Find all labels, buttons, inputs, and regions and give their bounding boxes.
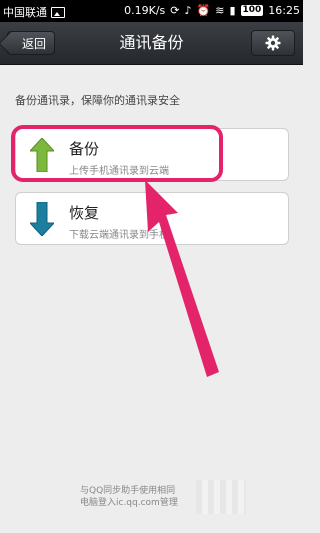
footer-line-1: 与QQ同步助手使用相同 (80, 486, 176, 496)
watermark-blur (196, 480, 246, 514)
annotation-arrow (145, 180, 219, 377)
footer-line-2: 电脑登入ic.qq.com管理 (80, 498, 178, 508)
footer-note: 与QQ同步助手使用相同 电脑登入ic.qq.com管理 (80, 485, 178, 509)
